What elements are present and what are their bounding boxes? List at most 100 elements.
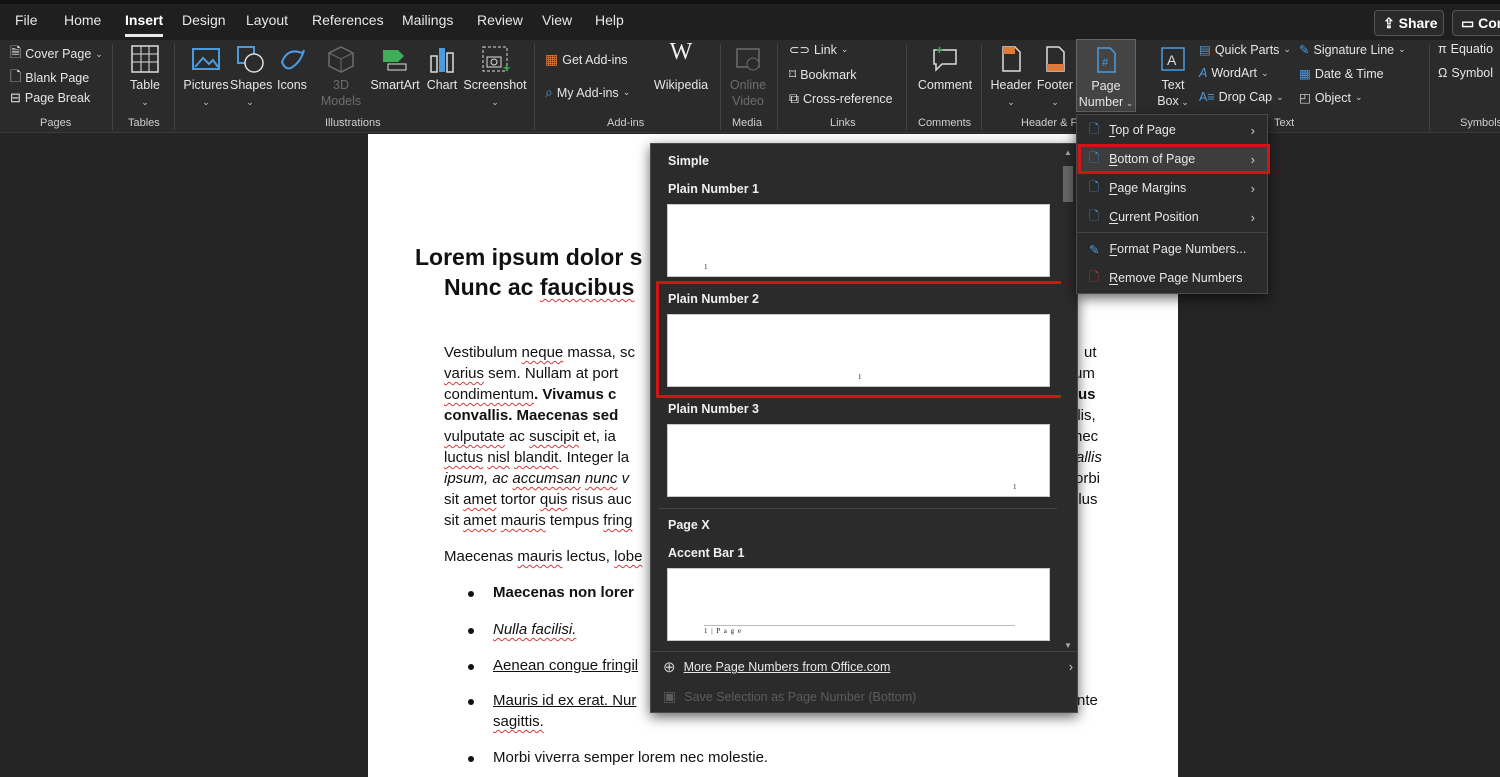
accent-bar-line xyxy=(704,625,1015,626)
list-item: Mauris id ex erat. Nur xyxy=(493,692,637,709)
wordart-button[interactable]: A WordArt ⌄ xyxy=(1199,66,1269,80)
bullet-icon xyxy=(468,664,474,670)
blank-page-icon: 🗋 xyxy=(10,68,22,84)
omega-icon: Ω xyxy=(1438,66,1448,80)
bookmark-button[interactable]: ⌑ Bookmark xyxy=(789,66,856,83)
tab-file[interactable]: File xyxy=(15,12,38,28)
picture-icon xyxy=(192,48,220,70)
link-button[interactable]: ⊂⊃ Link ⌄ xyxy=(789,42,848,58)
group-label-links: Links xyxy=(830,117,856,129)
paragraph-line: condimentum. Vivamus c xyxy=(444,386,617,403)
list-item: Morbi viverra semper lorem nec molestie. xyxy=(493,749,769,766)
tab-design[interactable]: Design xyxy=(182,12,226,28)
smartart-button[interactable]: SmartArt xyxy=(369,44,421,93)
drop-cap-button[interactable]: A≡ Drop Cap ⌄ xyxy=(1199,90,1284,104)
menu-item-current-position[interactable]: 🗋 Current Position › xyxy=(1077,203,1267,231)
store-icon: ▦ xyxy=(545,51,559,67)
object-button[interactable]: ◰ Object ⌄ xyxy=(1299,90,1363,106)
date-time-button[interactable]: ▦ Date & Time xyxy=(1299,66,1384,82)
drop-cap-icon: A≡ xyxy=(1199,90,1215,104)
addins-icon: ⌕ xyxy=(545,84,553,100)
cover-page-icon: 🗎 xyxy=(10,44,22,60)
more-page-numbers-item[interactable]: ⊕ More Page Numbers from Office.com › xyxy=(663,658,1073,676)
header-icon xyxy=(1002,46,1021,72)
online-video-button[interactable]: Online Video xyxy=(727,44,769,109)
text-box-button[interactable]: A Text Box ⌄ xyxy=(1152,44,1194,110)
tab-insert[interactable]: Insert xyxy=(125,12,164,37)
cube-icon xyxy=(328,46,354,73)
table-button[interactable]: Table ⌄ xyxy=(124,44,166,110)
quick-parts-icon: ▤ xyxy=(1199,43,1211,57)
bullet-icon xyxy=(468,699,474,705)
signature-line-button[interactable]: ✎ Signature Line ⌄ xyxy=(1299,42,1406,58)
my-addins-button[interactable]: ⌕ My Add-ins ⌄ xyxy=(545,84,630,101)
paragraph-fragment: us xyxy=(1078,386,1096,403)
comment-icon: + xyxy=(933,44,957,72)
shapes-button[interactable]: Shapes ⌄ xyxy=(230,44,272,110)
tab-review[interactable]: Review xyxy=(477,12,523,28)
symbol-button[interactable]: Ω Symbol xyxy=(1438,66,1493,80)
text-box-icon: A xyxy=(1161,47,1185,71)
blank-page-button[interactable]: 🗋 Blank Page xyxy=(10,66,89,90)
wordart-icon: A xyxy=(1199,66,1208,80)
scroll-up-icon[interactable]: ▲ xyxy=(1063,148,1073,157)
cross-reference-button[interactable]: ⧉ Cross-reference xyxy=(789,90,893,107)
tab-references[interactable]: References xyxy=(312,12,384,28)
group-separator xyxy=(1429,44,1430,130)
comments-button[interactable]: ▭ Com xyxy=(1452,10,1500,36)
accent-bar-1-thumbnail[interactable]: 1 | P a g e xyxy=(667,568,1050,641)
paragraph-line: varius sem. Nullam at port xyxy=(444,365,619,382)
pictures-button[interactable]: Pictures ⌄ xyxy=(183,44,229,110)
header-button[interactable]: Header ⌄ xyxy=(988,44,1034,110)
get-addins-button[interactable]: ▦ Get Add-ins xyxy=(545,51,628,68)
tab-layout[interactable]: Layout xyxy=(246,12,288,28)
scroll-down-icon[interactable]: ▼ xyxy=(1063,641,1073,650)
paragraph-line: Vestibulum neque massa, sc xyxy=(444,344,635,361)
page-number-gallery: Simple Plain Number 1 1 Plain Number 2 1… xyxy=(650,143,1078,713)
menu-item-format-page-numbers[interactable]: ✎ Format Page Numbers... xyxy=(1077,235,1267,263)
scrollbar-thumb[interactable] xyxy=(1063,166,1073,202)
menu-item-top-of-page[interactable]: 🗋 Top of Page › xyxy=(1077,116,1267,144)
save-selection-item[interactable]: ▣ Save Selection as Page Number (Bottom) xyxy=(663,688,916,705)
pi-icon: π xyxy=(1438,42,1447,56)
tab-home[interactable]: Home xyxy=(64,12,101,28)
paragraph-fragment: orbi xyxy=(1075,470,1101,487)
chart-icon xyxy=(430,48,454,73)
menu-item-page-margins[interactable]: 🗋 Page Margins › xyxy=(1077,174,1267,202)
tab-help[interactable]: Help xyxy=(595,12,624,28)
screenshot-button[interactable]: + Screenshot ⌄ xyxy=(463,44,527,110)
page-number-preview: 1 xyxy=(1013,483,1017,491)
gallery-scrollbar[interactable]: ▲ ▼ xyxy=(1061,148,1075,650)
paragraph-fragment: ut xyxy=(1084,344,1097,361)
chevron-right-icon: › xyxy=(1250,122,1255,138)
equation-button[interactable]: π Equatio xyxy=(1438,42,1493,56)
selection-highlight xyxy=(1078,144,1270,174)
calendar-icon: ▦ xyxy=(1299,67,1311,81)
footer-icon xyxy=(1046,46,1065,72)
gallery-section-page-x: Page X xyxy=(668,518,710,532)
object-icon: ◰ xyxy=(1299,91,1311,105)
online-video-icon xyxy=(736,48,760,71)
group-label-text: Text xyxy=(1274,117,1295,129)
wikipedia-button[interactable]: W Wikipedia xyxy=(650,40,712,93)
page-break-button[interactable]: ⊟ Page Break xyxy=(10,90,90,106)
divider xyxy=(659,508,1057,509)
group-label-illustrations: Illustrations xyxy=(325,117,381,129)
paragraph-fragment: allis xyxy=(1076,449,1102,466)
3d-models-button[interactable]: 3D Models ⌄ xyxy=(316,44,366,127)
chart-button[interactable]: Chart xyxy=(424,44,460,93)
menu-item-remove-page-numbers[interactable]: 🗋 Remove Page Numbers xyxy=(1077,264,1267,292)
plain-number-1-thumbnail[interactable]: 1 xyxy=(667,204,1050,277)
page-number-button[interactable]: # Page Number ⌄ xyxy=(1076,39,1136,112)
page-number-preview: 1 xyxy=(704,263,708,271)
tab-view[interactable]: View xyxy=(542,12,572,28)
new-comment-button[interactable]: + Comment xyxy=(914,44,976,93)
cover-page-button[interactable]: 🗎 Cover Page ⌄ xyxy=(10,42,103,66)
footer-button[interactable]: Footer ⌄ xyxy=(1034,44,1076,110)
list-item-continuation: sagittis. xyxy=(493,713,544,730)
quick-parts-button[interactable]: ▤ Quick Parts ⌄ xyxy=(1199,42,1291,58)
plain-number-3-thumbnail[interactable]: 1 xyxy=(667,424,1050,497)
tab-mailings[interactable]: Mailings xyxy=(402,12,453,28)
icons-button[interactable]: Icons xyxy=(274,44,310,93)
share-button[interactable]: ⇪ Share xyxy=(1374,10,1444,36)
